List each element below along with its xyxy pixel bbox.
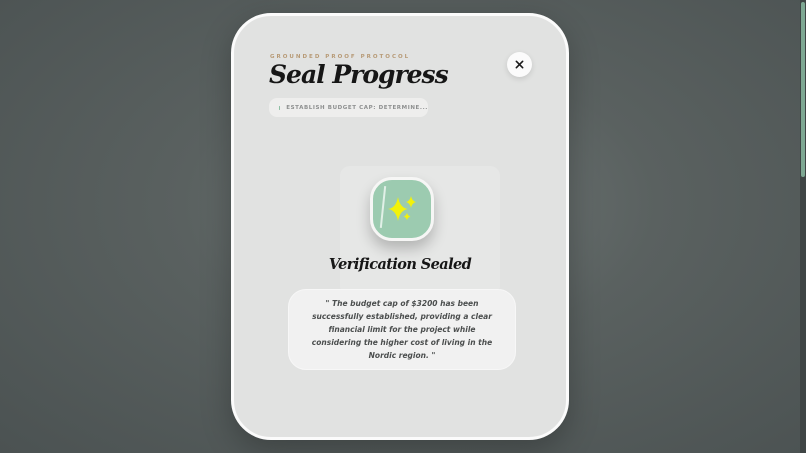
seal-badge xyxy=(370,177,434,241)
sparkles-icon xyxy=(388,196,416,221)
seal-heading: Verification Sealed xyxy=(328,256,472,273)
seal-progress-modal: GROUNDED PROOF PROTOCOL Seal Progress ES… xyxy=(231,13,569,440)
scrollbar-thumb[interactable] xyxy=(801,2,805,177)
quote-card: " The budget cap of $3200 has been succe… xyxy=(288,289,516,370)
close-icon xyxy=(515,60,524,69)
modal-title: Seal Progress xyxy=(269,60,449,89)
close-button[interactable] xyxy=(507,52,532,77)
current-step-pill: ESTABLISH BUDGET CAP: DETERMINE... xyxy=(269,98,428,117)
quote-text: " The budget cap of $3200 has been succe… xyxy=(311,299,493,360)
background-scrollbar[interactable] xyxy=(800,0,806,453)
step-label: ESTABLISH BUDGET CAP: DETERMINE... xyxy=(286,104,428,111)
